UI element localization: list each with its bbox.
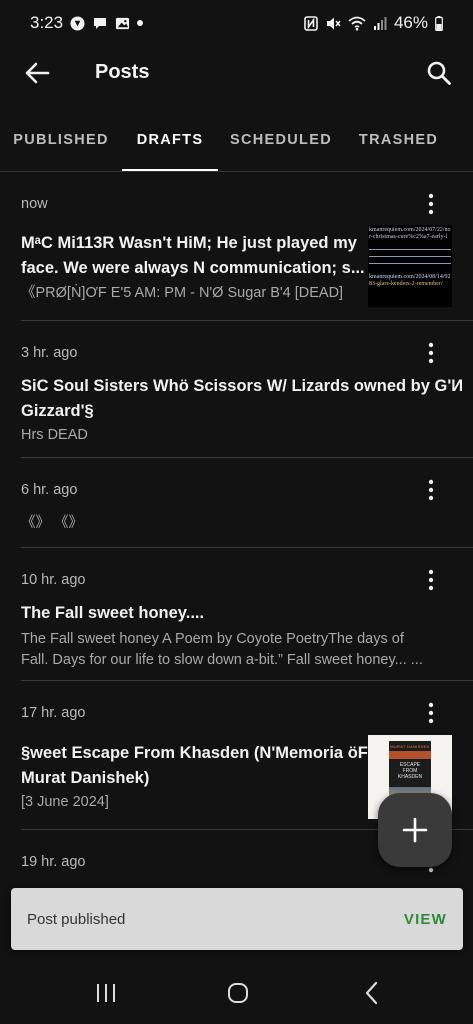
snackbar-view-button[interactable]: VIEW [404,911,447,928]
more-vert-icon [428,702,434,724]
thumbnail-line [369,263,451,264]
more-vert-icon [428,569,434,591]
snackbar: Post published VIEW [11,888,463,950]
post-excerpt: 《》 《》 [21,515,84,531]
post-title-line2: Murat Danishek) [21,769,150,787]
back-button[interactable] [22,58,52,88]
thumbnail-line [369,256,451,257]
search-button[interactable] [423,57,455,89]
nfc-icon [304,15,318,31]
post-title: §weet Escape From Khasden (N'Memoria öF [21,744,368,762]
status-bar: 3:23 46% [0,0,473,46]
image-icon [115,16,130,31]
thumbnail-url-2: r-christmas-cure%c2%a7-early-l [369,234,448,240]
post-list: now MᵃC Mi113R Wasn't HiM; He just playe… [0,172,473,900]
post-title-line2: face. We were always N communication; s.… [21,259,365,277]
signal-icon [373,16,387,30]
post-title: The Fall sweet honey.... [21,604,205,622]
post-tabs: PUBLISHED DRAFTS SCHEDULED TRASHED [0,118,473,172]
thumbnail-url-1: kmanrequiem.com/2024/07/22/no [369,227,451,233]
post-more-button[interactable] [419,566,443,594]
post-excerpt: The Fall sweet honey A Poem by Coyote Po… [21,631,404,647]
post-item[interactable]: now MᵃC Mi113R Wasn't HiM; He just playe… [21,172,473,321]
post-excerpt-line2: Fall. Days for our life to slow down a-b… [21,652,423,668]
search-icon [427,61,451,85]
threads-icon [70,15,85,31]
post-time: 6 hr. ago [21,482,78,498]
tab-scheduled[interactable]: SCHEDULED [218,118,344,172]
recents-button[interactable] [86,980,126,1006]
post-title-line2: Gizzard'§ [21,402,94,420]
recents-icon [97,984,115,1002]
post-time: now [21,196,48,212]
post-excerpt: 《PRØ[Ṅ]ƠF E'5 AM: PM - N'Ø Sugar B'4 [DE… [21,285,344,301]
more-vert-icon [428,342,434,364]
status-time: 3:23 [30,13,64,32]
wifi-icon [348,16,366,31]
book-cover-band [389,751,431,759]
mute-icon [325,16,341,31]
post-item[interactable]: 10 hr. ago The Fall sweet honey.... The … [21,548,473,681]
more-vert-icon [428,193,434,215]
post-thumbnail: kmanrequiem.com/2024/07/22/no r-christma… [368,225,452,307]
more-vert-icon [428,479,434,501]
post-more-button[interactable] [419,476,443,504]
post-time: 3 hr. ago [21,345,78,361]
arrow-left-icon [25,62,50,84]
post-more-button[interactable] [419,699,443,727]
book-cover-author: MURAT DANISHEK [390,744,430,749]
page-title: Posts [95,61,150,83]
post-title: MᵃC Mi113R Wasn't HiM; He just played my [21,234,357,252]
thumbnail-line [369,249,451,250]
post-time: 19 hr. ago [21,854,86,870]
post-more-button[interactable] [419,190,443,218]
app-bar: Posts [0,46,473,102]
post-item[interactable]: 6 hr. ago 《》 《》 [21,458,473,548]
status-right: 46% [304,13,443,33]
battery-icon [435,15,443,31]
thumbnail-url-3: kmanrequiem.com/2024/08/14/92 [369,274,451,280]
tab-drafts[interactable]: DRAFTS [122,118,218,172]
battery-percentage: 46% [393,13,428,32]
post-item[interactable]: 3 hr. ago SiC Soul Sisters Whö Scissors … [21,321,473,458]
post-title: SiC Soul Sisters Whö Scissors W/ Lizards… [21,377,464,395]
post-excerpt: Hrs DEAD [21,427,88,443]
system-nav-bar [0,960,473,1024]
book-cover-title-3: KHASDEN [397,774,423,780]
status-left: 3:23 [30,13,144,33]
dot-icon [137,20,144,26]
nav-back-icon [365,981,378,1005]
post-more-button[interactable] [419,339,443,367]
home-button[interactable] [218,980,258,1006]
post-time: 17 hr. ago [21,705,86,721]
thumbnail-url-4: 83-glare-kenders-2-remember/ [369,281,443,287]
snackbar-message: Post published [27,910,126,928]
post-time: 10 hr. ago [21,572,86,588]
post-excerpt: [3 June 2024] [21,794,109,810]
tab-published[interactable]: PUBLISHED [0,118,122,172]
nav-back-button[interactable] [352,980,392,1006]
new-post-button[interactable] [378,793,452,867]
home-icon [228,983,248,1003]
plus-icon [402,817,428,843]
chat-bubble-icon [92,16,108,31]
tab-trashed[interactable]: TRASHED [344,118,453,172]
